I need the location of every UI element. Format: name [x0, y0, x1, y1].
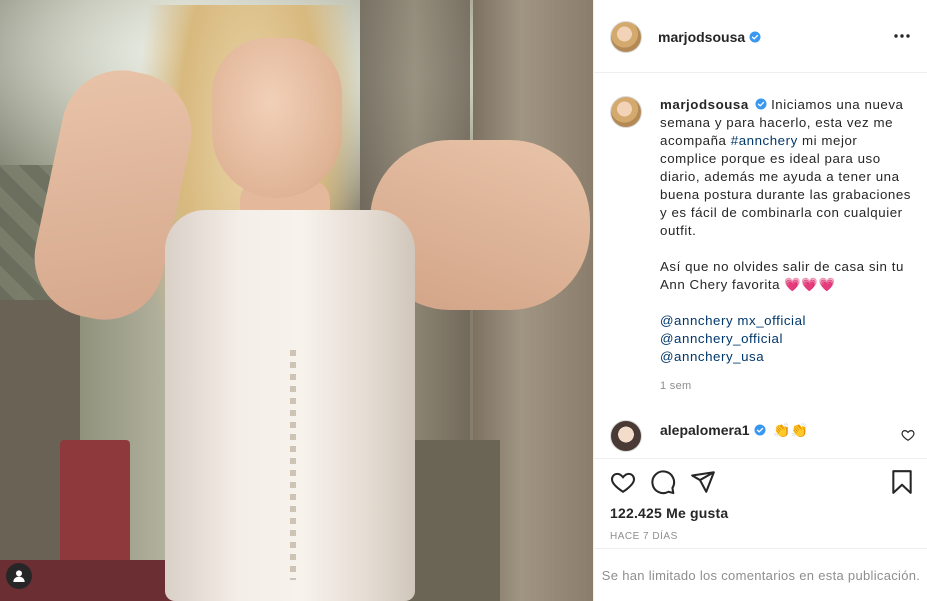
photo-subject-corset-detail	[290, 350, 296, 580]
more-options-icon[interactable]	[892, 28, 912, 44]
post-caption: marjodsousa Iniciamos una nueva semana y…	[610, 96, 915, 392]
user-tag-icon[interactable]	[6, 563, 32, 589]
caption-text: marjodsousa Iniciamos una nueva semana y…	[660, 96, 915, 366]
author-username-text[interactable]: marjodsousa	[658, 29, 745, 45]
verified-badge-icon	[755, 98, 767, 110]
post-sidebar: marjodsousa marjodsousa Iniciamos una nu…	[593, 0, 927, 601]
comment-body: 👏👏	[773, 422, 809, 438]
commenter-avatar[interactable]	[610, 420, 642, 452]
comment-text: alepalomera1 👏👏	[660, 422, 808, 439]
comment-item: alepalomera1 👏👏	[610, 418, 915, 454]
comments-list[interactable]: marjodsousa Iniciamos una nueva semana y…	[594, 74, 927, 458]
verified-badge-icon	[754, 424, 765, 436]
photo-subject-face	[212, 38, 342, 198]
share-icon[interactable]	[690, 469, 716, 495]
caption-mentions: @annchery mx_official @annchery_official…	[660, 312, 915, 366]
verified-badge-icon	[749, 31, 761, 43]
caption-paragraph: Así que no olvides salir de casa sin tu …	[660, 259, 904, 292]
author-username[interactable]: marjodsousa	[658, 29, 761, 45]
comments-limited-text: Se han limitado los comentarios en esta …	[601, 567, 921, 583]
author-avatar[interactable]	[610, 21, 642, 53]
comment-icon[interactable]	[650, 469, 676, 495]
likes-count[interactable]: 122.425 Me gusta	[610, 505, 728, 521]
caption-username[interactable]: marjodsousa	[660, 97, 749, 112]
post-date[interactable]: HACE 7 DÍAS	[610, 531, 678, 542]
caption-timestamp[interactable]: 1 sem	[660, 380, 915, 392]
photo-subject	[0, 0, 593, 601]
post-photo[interactable]	[0, 0, 593, 601]
comment-like-heart-icon[interactable]	[901, 428, 915, 442]
caption-body: mi mejor complice porque es ideal para u…	[660, 133, 911, 238]
bookmark-icon[interactable]	[889, 469, 915, 495]
mention-link[interactable]: @annchery_usa	[660, 348, 915, 366]
commenter-username[interactable]: alepalomera1	[660, 422, 750, 438]
heart-icon[interactable]	[610, 469, 636, 495]
post-header: marjodsousa	[594, 0, 927, 73]
post-actions: 122.425 Me gusta HACE 7 DÍAS	[594, 458, 927, 548]
mention-link[interactable]: @annchery mx_official	[660, 312, 915, 330]
comments-limited-notice: Se han limitado los comentarios en esta …	[594, 548, 927, 601]
mention-link[interactable]: @annchery_official	[660, 330, 915, 348]
author-avatar[interactable]	[610, 96, 642, 128]
caption-hashtag[interactable]: #annchery	[731, 133, 798, 148]
